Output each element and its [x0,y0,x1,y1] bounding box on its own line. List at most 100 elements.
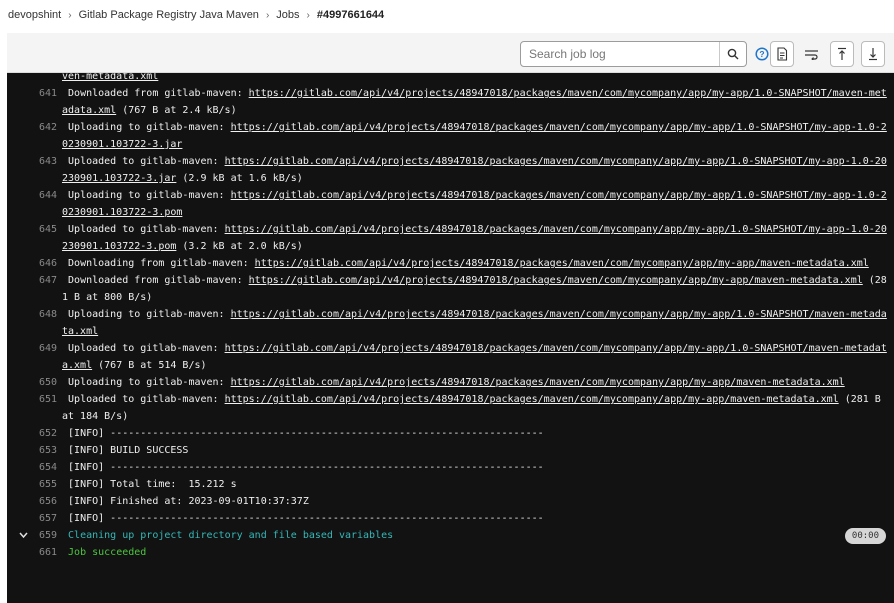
job-status-text: Job succeeded [62,547,147,558]
log-text: Downloaded from gitlab-maven: https://gi… [62,272,894,306]
log-line: 648 Uploading to gitlab-maven: https://g… [7,306,894,340]
log-text-prefix: [INFO] BUILD SUCCESS [62,445,189,456]
log-line: 651 Uploaded to gitlab-maven: https://gi… [7,391,894,425]
log-link[interactable]: https://gitlab.com/api/v4/projects/48947… [231,377,845,388]
log-line: ven-metadata.xml [7,73,894,85]
log-line: 650 Uploading to gitlab-maven: https://g… [7,374,894,391]
help-icon: ? [755,47,769,61]
log-text: [INFO] ---------------------------------… [62,510,894,527]
line-number[interactable]: 659 [7,527,62,544]
breadcrumb-current-job[interactable]: #4997661644 [317,9,384,21]
line-number[interactable]: 643 [7,153,62,187]
log-text-suffix: (2.9 kB at 1.6 kB/s) [176,173,303,184]
log-text: Uploading to gitlab-maven: https://gitla… [62,119,894,153]
line-number[interactable]: 657 [7,510,62,527]
log-text-prefix: Uploading to gitlab-maven: [62,309,231,320]
log-line: 649 Uploaded to gitlab-maven: https://gi… [7,340,894,374]
breadcrumb: devopshint › Gitlab Package Registry Jav… [0,0,894,30]
search-job-log-input[interactable] [521,42,719,66]
scroll-to-bottom-button[interactable] [861,41,885,67]
line-number[interactable]: 644 [7,187,62,221]
log-text-prefix: Uploading to gitlab-maven: [62,122,231,133]
log-text-prefix: Downloaded from gitlab-maven: [62,88,249,99]
log-line: 653 [INFO] BUILD SUCCESS [7,442,894,459]
log-text-prefix: Downloading from gitlab-maven: [62,258,255,269]
line-number[interactable]: 649 [7,340,62,374]
log-line: 654 [INFO] -----------------------------… [7,459,894,476]
wrap-lines-button[interactable] [800,41,824,67]
scroll-to-top-button[interactable] [830,41,854,67]
log-text-prefix: [INFO] ---------------------------------… [62,428,544,439]
log-text: [INFO] Finished at: 2023-09-01T10:37:37Z [62,493,894,510]
log-text: Uploaded to gitlab-maven: https://gitlab… [62,391,894,425]
log-section-header[interactable]: 659 Cleaning up project directory and fi… [7,527,894,544]
log-text-suffix: (767 B at 514 B/s) [92,360,207,371]
log-text-prefix: [INFO] Finished at: 2023-09-01T10:37:37Z [62,496,309,507]
chevron-down-icon[interactable] [19,532,28,539]
log-text-prefix: [INFO] Total time: 15.212 s [62,479,237,490]
log-link[interactable]: https://gitlab.com/api/v4/projects/48947… [249,275,863,286]
log-text: Uploading to gitlab-maven: https://gitla… [62,374,894,391]
line-number[interactable]: 656 [7,493,62,510]
line-number[interactable]: 650 [7,374,62,391]
log-text-prefix: [INFO] ---------------------------------… [62,513,544,524]
line-number[interactable]: 645 [7,221,62,255]
breadcrumb-project[interactable]: Gitlab Package Registry Java Maven [79,9,259,21]
log-line: 655 [INFO] Total time: 15.212 s [7,476,894,493]
log-text: Uploaded to gitlab-maven: https://gitlab… [62,340,894,374]
log-line: 647 Downloaded from gitlab-maven: https:… [7,272,894,306]
log-text-prefix: Uploaded to gitlab-maven: [62,156,225,167]
log-link[interactable]: https://gitlab.com/api/v4/projects/48947… [225,394,839,405]
scroll-bottom-icon [869,48,877,61]
log-text: Uploaded to gitlab-maven: https://gitlab… [62,221,894,255]
log-text-prefix: [INFO] ---------------------------------… [62,462,544,473]
log-line: 641 Downloaded from gitlab-maven: https:… [7,85,894,119]
log-text-prefix: Uploaded to gitlab-maven: [62,224,225,235]
log-text: Downloaded from gitlab-maven: https://gi… [62,85,894,119]
log-line-final: 661 Job succeeded [7,544,894,561]
log-line: 646 Downloading from gitlab-maven: https… [7,255,894,272]
log-text: [INFO] ---------------------------------… [62,425,894,442]
line-number[interactable]: 642 [7,119,62,153]
line-number[interactable]: 648 [7,306,62,340]
line-number[interactable]: 652 [7,425,62,442]
line-number[interactable]: 661 [7,544,62,561]
line-number[interactable]: 646 [7,255,62,272]
log-line: 656 [INFO] Finished at: 2023-09-01T10:37… [7,493,894,510]
log-text-suffix: (767 B at 2.4 kB/s) [116,105,237,116]
log-text: Uploading to gitlab-maven: https://gitla… [62,306,894,340]
line-number[interactable]: 653 [7,442,62,459]
job-log-toolbar: ? [7,33,894,73]
log-link[interactable]: https://gitlab.com/api/v4/projects/48947… [255,258,869,269]
log-text: [INFO] BUILD SUCCESS [62,442,894,459]
log-line: 642 Uploading to gitlab-maven: https://g… [7,119,894,153]
raw-log-icon [777,47,788,61]
log-link[interactable]: ven-metadata.xml [62,73,158,82]
scroll-top-icon [838,47,846,60]
section-duration-badge: 00:00 [844,528,886,544]
job-log-panel: ? [7,33,894,603]
log-line: 652 [INFO] -----------------------------… [7,425,894,442]
line-number[interactable]: 641 [7,85,62,119]
log-line: 644 Uploading to gitlab-maven: https://g… [7,187,894,221]
line-number[interactable]: 654 [7,459,62,476]
search-button[interactable] [719,42,746,66]
log-text-prefix: Downloaded from gitlab-maven: [62,275,249,286]
breadcrumb-group[interactable]: devopshint [8,9,61,21]
log-text: Uploaded to gitlab-maven: https://gitlab… [62,153,894,187]
line-number[interactable]: 651 [7,391,62,425]
log-line: 643 Uploaded to gitlab-maven: https://gi… [7,153,894,187]
chevron-right-icon: › [68,9,72,21]
svg-text:?: ? [759,49,764,59]
log-text: Downloading from gitlab-maven: https://g… [62,255,894,272]
log-text: Uploading to gitlab-maven: https://gitla… [62,187,894,221]
log-text-suffix: (3.2 kB at 2.0 kB/s) [176,241,303,252]
log-text-prefix: Uploading to gitlab-maven: [62,190,231,201]
line-number[interactable]: 655 [7,476,62,493]
section-title: Cleaning up project directory and file b… [62,530,394,541]
line-number[interactable]: 647 [7,272,62,306]
log-line: 657 [INFO] -----------------------------… [7,510,894,527]
breadcrumb-jobs[interactable]: Jobs [276,9,299,21]
show-raw-log-button[interactable] [770,41,794,67]
wrap-icon [805,50,818,60]
